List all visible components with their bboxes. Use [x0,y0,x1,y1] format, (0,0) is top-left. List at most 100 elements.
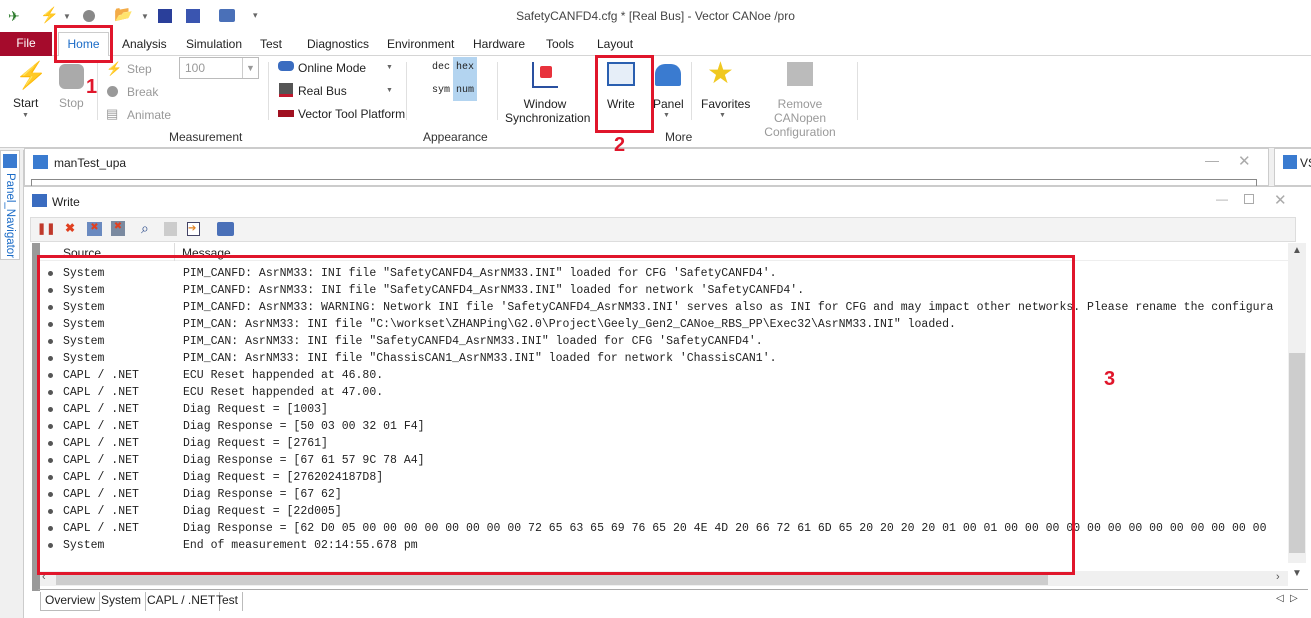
minimize-icon[interactable]: — [1205,152,1219,168]
panel-navigator-label: Panel_Navigator [4,173,16,259]
tab-test[interactable]: Test [212,592,244,611]
save-icon[interactable] [158,9,172,23]
label: Synchronization [505,111,591,125]
tab-analysis[interactable]: Analysis [122,37,167,51]
break-button[interactable]: Break [127,85,158,99]
tab-scroll-right-icon[interactable]: ▷ [1290,593,1298,604]
animate-button[interactable]: Animate [127,108,171,122]
annotation-box-home [54,25,113,63]
tab-layout[interactable]: Layout [597,37,633,51]
annotation-box-log [37,255,1075,575]
tab-scroll-left-icon[interactable]: ◁ [1276,593,1284,604]
window-synchronization-icon [532,62,558,88]
save-as-icon[interactable] [186,9,200,23]
panel-icon [3,154,17,168]
copy-icon[interactable] [164,222,177,236]
remove-canopen-icon [787,62,813,86]
dec-toggle[interactable]: dec [432,62,450,73]
panel-icon [655,64,681,86]
step-icon: ⚡ [106,61,123,76]
online-mode-button[interactable]: Online Mode [298,61,366,75]
annotation-box-write [595,55,654,133]
hex-toggle[interactable]: hex [456,62,474,73]
real-bus-icon [279,83,293,97]
close-icon[interactable]: ✕ [1274,191,1287,209]
panel-navigator-tab[interactable]: Panel_Navigator [0,150,20,260]
window-synchronization-button[interactable]: Window Synchronization [505,97,590,125]
panel-button[interactable]: Panel [653,97,684,111]
dropdown-icon[interactable]: ▼ [141,12,157,28]
clear-icon[interactable]: ✖ [65,221,75,235]
find-binoculars-icon[interactable]: ⌕ [141,220,149,237]
animation-speed-select[interactable]: 100 ▼ [179,57,259,79]
stop-icon[interactable] [83,10,95,22]
window-title: Write [52,195,80,209]
tab-overview[interactable]: Overview [40,592,101,611]
panel-icon [1283,155,1297,169]
chevron-down-icon: ▼ [663,112,670,119]
scroll-down-icon[interactable]: ▼ [1292,568,1302,579]
chevron-down-icon: ▼ [719,112,726,119]
clear-all-icon[interactable]: ✖ [111,221,125,236]
start-icon: ⚡ [15,60,48,90]
group-appearance: Appearance [423,130,488,144]
chevron-down-icon[interactable]: ▼ [386,64,393,71]
stop-button[interactable]: Stop [59,96,84,110]
favorites-star-icon: ★ [707,57,734,90]
step-button[interactable]: Step [127,62,152,76]
scroll-up-icon[interactable]: ▲ [1292,245,1302,256]
vector-tool-platform-button[interactable]: Vector Tool Platform [298,107,405,121]
write-icon [32,194,47,207]
close-icon[interactable]: ✕ [1238,152,1251,170]
tab-simulation[interactable]: Simulation [186,37,242,51]
tab-capl-net[interactable]: CAPL / .NET [143,592,221,611]
window-title: manTest_upa [54,156,127,170]
animate-icon: ▤ [106,106,119,121]
tab-file[interactable]: File [0,32,52,56]
tab-hardware[interactable]: Hardware [473,37,525,51]
speed-value: 100 [185,61,206,75]
annotation-number: 2 [614,134,626,156]
vs-window: VS [1274,148,1311,186]
export-icon[interactable]: ➔ [187,222,200,236]
favorites-button[interactable]: Favorites [701,97,750,111]
tab-environment[interactable]: Environment [387,37,454,51]
group-measurement: Measurement [169,130,243,144]
annotation-number: 1 [86,76,98,98]
stop-icon [59,64,84,89]
online-mode-icon [278,61,294,71]
configuration-icon[interactable] [219,9,235,22]
scrollbar-thumb[interactable] [1289,353,1305,553]
tab-test[interactable]: Test [260,37,282,51]
tab-diagnostics[interactable]: Diagnostics [307,37,369,51]
chevron-down-icon[interactable]: ▼ [386,87,393,94]
clear-page-icon[interactable]: ✖ [87,222,102,236]
write-toolbar: ❚❚ ✖ ✖ ✖ ⌕ ➔ [30,217,1296,242]
num-toggle[interactable]: num [456,85,474,96]
label: Remove CANopen [773,97,827,125]
remove-canopen-button[interactable]: Remove CANopen Configuration [755,97,845,139]
maximize-icon[interactable] [1244,194,1254,204]
group-more: More [665,130,693,144]
chevron-down-icon: ▼ [242,58,258,78]
vector-tool-platform-icon [278,110,294,117]
break-icon [107,86,118,97]
vertical-scrollbar[interactable]: ▲ ▼ [1288,243,1306,579]
minimize-icon[interactable]: — [1216,192,1228,206]
annotation-number: 3 [1104,368,1116,390]
start-button[interactable]: Start [13,96,38,110]
open-folder-icon[interactable]: 📂 [114,5,133,23]
real-bus-button[interactable]: Real Bus [298,84,347,98]
tab-system[interactable]: System [97,592,147,611]
scroll-right-icon[interactable]: › [1276,571,1280,583]
label: Window [523,97,567,111]
panel-icon [33,155,48,169]
customize-icon[interactable]: ▾ [253,10,269,26]
configuration-icon[interactable] [217,222,234,236]
pause-icon[interactable]: ❚❚ [37,222,55,235]
tab-tools[interactable]: Tools [546,37,574,51]
mantest-upa-window: manTest_upa — ✕ [24,148,1269,187]
app-icon: ✈ [8,8,20,24]
start-icon[interactable]: ⚡ [40,6,59,24]
sym-toggle[interactable]: sym [432,85,450,96]
